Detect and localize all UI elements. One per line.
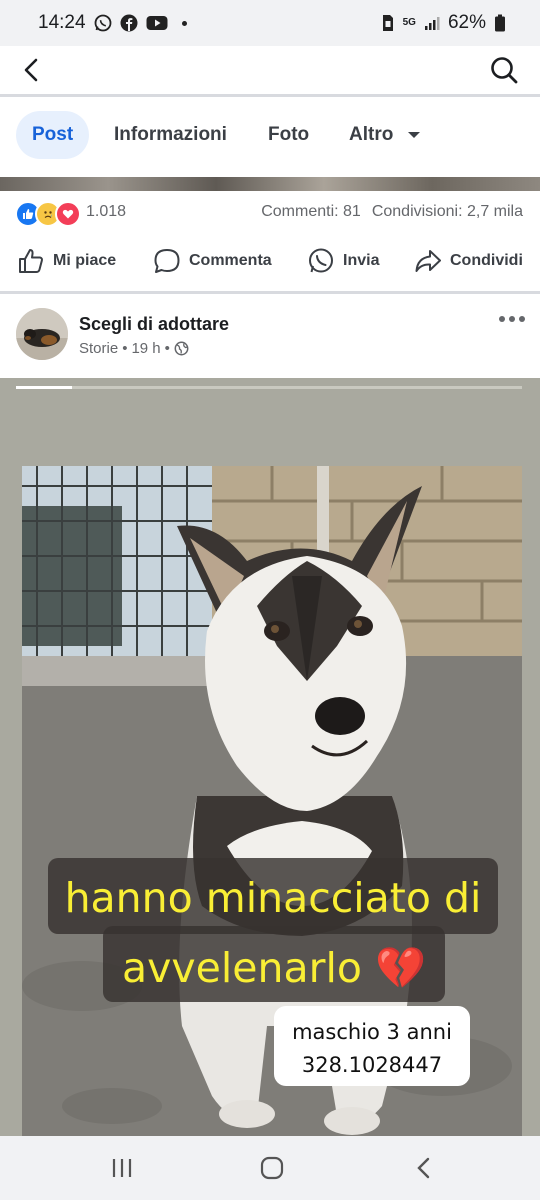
battery-icon xyxy=(494,14,506,32)
caption-line-1: hanno minacciato di xyxy=(64,874,482,922)
network-type: 5G xyxy=(402,17,416,28)
tab-post[interactable]: Post xyxy=(16,111,90,159)
previous-image-strip xyxy=(0,177,540,191)
recent-apps-button[interactable] xyxy=(108,1154,136,1182)
top-header xyxy=(0,46,540,94)
reaction-count[interactable]: 1.018 xyxy=(86,203,126,221)
post-time[interactable]: 19 h xyxy=(131,340,160,357)
whatsapp-icon xyxy=(94,14,112,32)
reaction-icons[interactable] xyxy=(15,201,81,227)
facebook-icon xyxy=(120,14,138,32)
meta-separator: • xyxy=(122,340,128,357)
share-button[interactable]: Condividi xyxy=(414,247,523,275)
love-reaction-icon xyxy=(55,201,81,227)
home-icon xyxy=(260,1156,284,1180)
post-author-name[interactable]: Scegli di adottare xyxy=(79,314,229,335)
meta-separator: • xyxy=(164,340,170,357)
page-tabs: Post Informazioni Foto Altro xyxy=(0,97,540,177)
send-button[interactable]: Invia xyxy=(307,247,379,275)
story-viewer[interactable]: hanno minacciato di avvelenarlo 💔 maschi… xyxy=(0,378,540,1136)
post-header: Scegli di adottare Storie • 19 h • xyxy=(0,294,540,378)
caption-line-2: avvelenarlo 💔 xyxy=(121,944,427,992)
info-line-1: maschio 3 anni xyxy=(292,1020,452,1044)
comment-icon xyxy=(154,249,180,273)
tab-foto[interactable]: Foto xyxy=(268,111,309,159)
back-button[interactable] xyxy=(18,54,48,86)
share-label: Condividi xyxy=(450,252,523,269)
system-back-button[interactable] xyxy=(410,1154,438,1182)
whatsapp-send-icon xyxy=(309,248,333,273)
recent-apps-icon xyxy=(112,1159,132,1177)
story-info-box: maschio 3 anni 328.1028447 xyxy=(274,1006,470,1086)
tab-altro-label: Altro xyxy=(349,124,394,145)
home-button[interactable] xyxy=(257,1154,287,1182)
back-chevron-icon xyxy=(417,1157,430,1179)
share-icon xyxy=(415,250,441,272)
search-button[interactable] xyxy=(488,54,520,86)
status-bar: 14:24 5G 62% xyxy=(0,0,540,46)
send-label: Invia xyxy=(343,252,380,269)
globe-icon xyxy=(174,341,189,356)
avatar[interactable] xyxy=(16,308,68,360)
comments-count[interactable]: Commenti: 81 xyxy=(261,203,361,221)
dot-icon xyxy=(509,316,515,322)
thumbs-up-icon xyxy=(19,249,43,273)
info-line-2: 328.1028447 xyxy=(301,1053,443,1077)
story-progress-bar xyxy=(16,386,522,389)
dot-icon xyxy=(519,316,525,322)
story-caption: hanno minacciato di avvelenarlo 💔 xyxy=(48,858,498,1010)
reactions-bar: 1.018 Commenti: 81 Condivisioni: 2,7 mil… xyxy=(0,191,540,233)
battery-percent: 62% xyxy=(447,12,486,33)
status-time: 14:24 xyxy=(38,12,86,33)
shares-count[interactable]: Condivisioni: 2,7 mila xyxy=(372,203,523,221)
story-progress-fill xyxy=(16,386,72,389)
more-options-button[interactable] xyxy=(499,316,525,324)
search-icon xyxy=(491,57,518,84)
back-arrow-icon xyxy=(24,58,38,82)
like-label: Mi piace xyxy=(53,252,117,269)
system-navigation-bar xyxy=(0,1136,540,1200)
caret-down-icon xyxy=(408,132,421,138)
tab-altro[interactable]: Altro xyxy=(349,111,421,159)
notification-dot-icon xyxy=(181,20,187,26)
dot-icon xyxy=(499,316,505,322)
youtube-icon xyxy=(146,15,168,31)
like-button[interactable]: Mi piace xyxy=(17,247,116,275)
comment-label: Commenta xyxy=(189,252,272,269)
post-source[interactable]: Storie xyxy=(79,340,118,357)
comment-button[interactable]: Commenta xyxy=(153,247,272,275)
signal-icon xyxy=(424,15,440,31)
post-actions: Mi piace Commenta Invia Condividi xyxy=(0,233,540,291)
tab-informazioni[interactable]: Informazioni xyxy=(114,111,227,159)
sim-icon xyxy=(381,14,395,32)
post-meta: Storie • 19 h • xyxy=(79,340,189,357)
